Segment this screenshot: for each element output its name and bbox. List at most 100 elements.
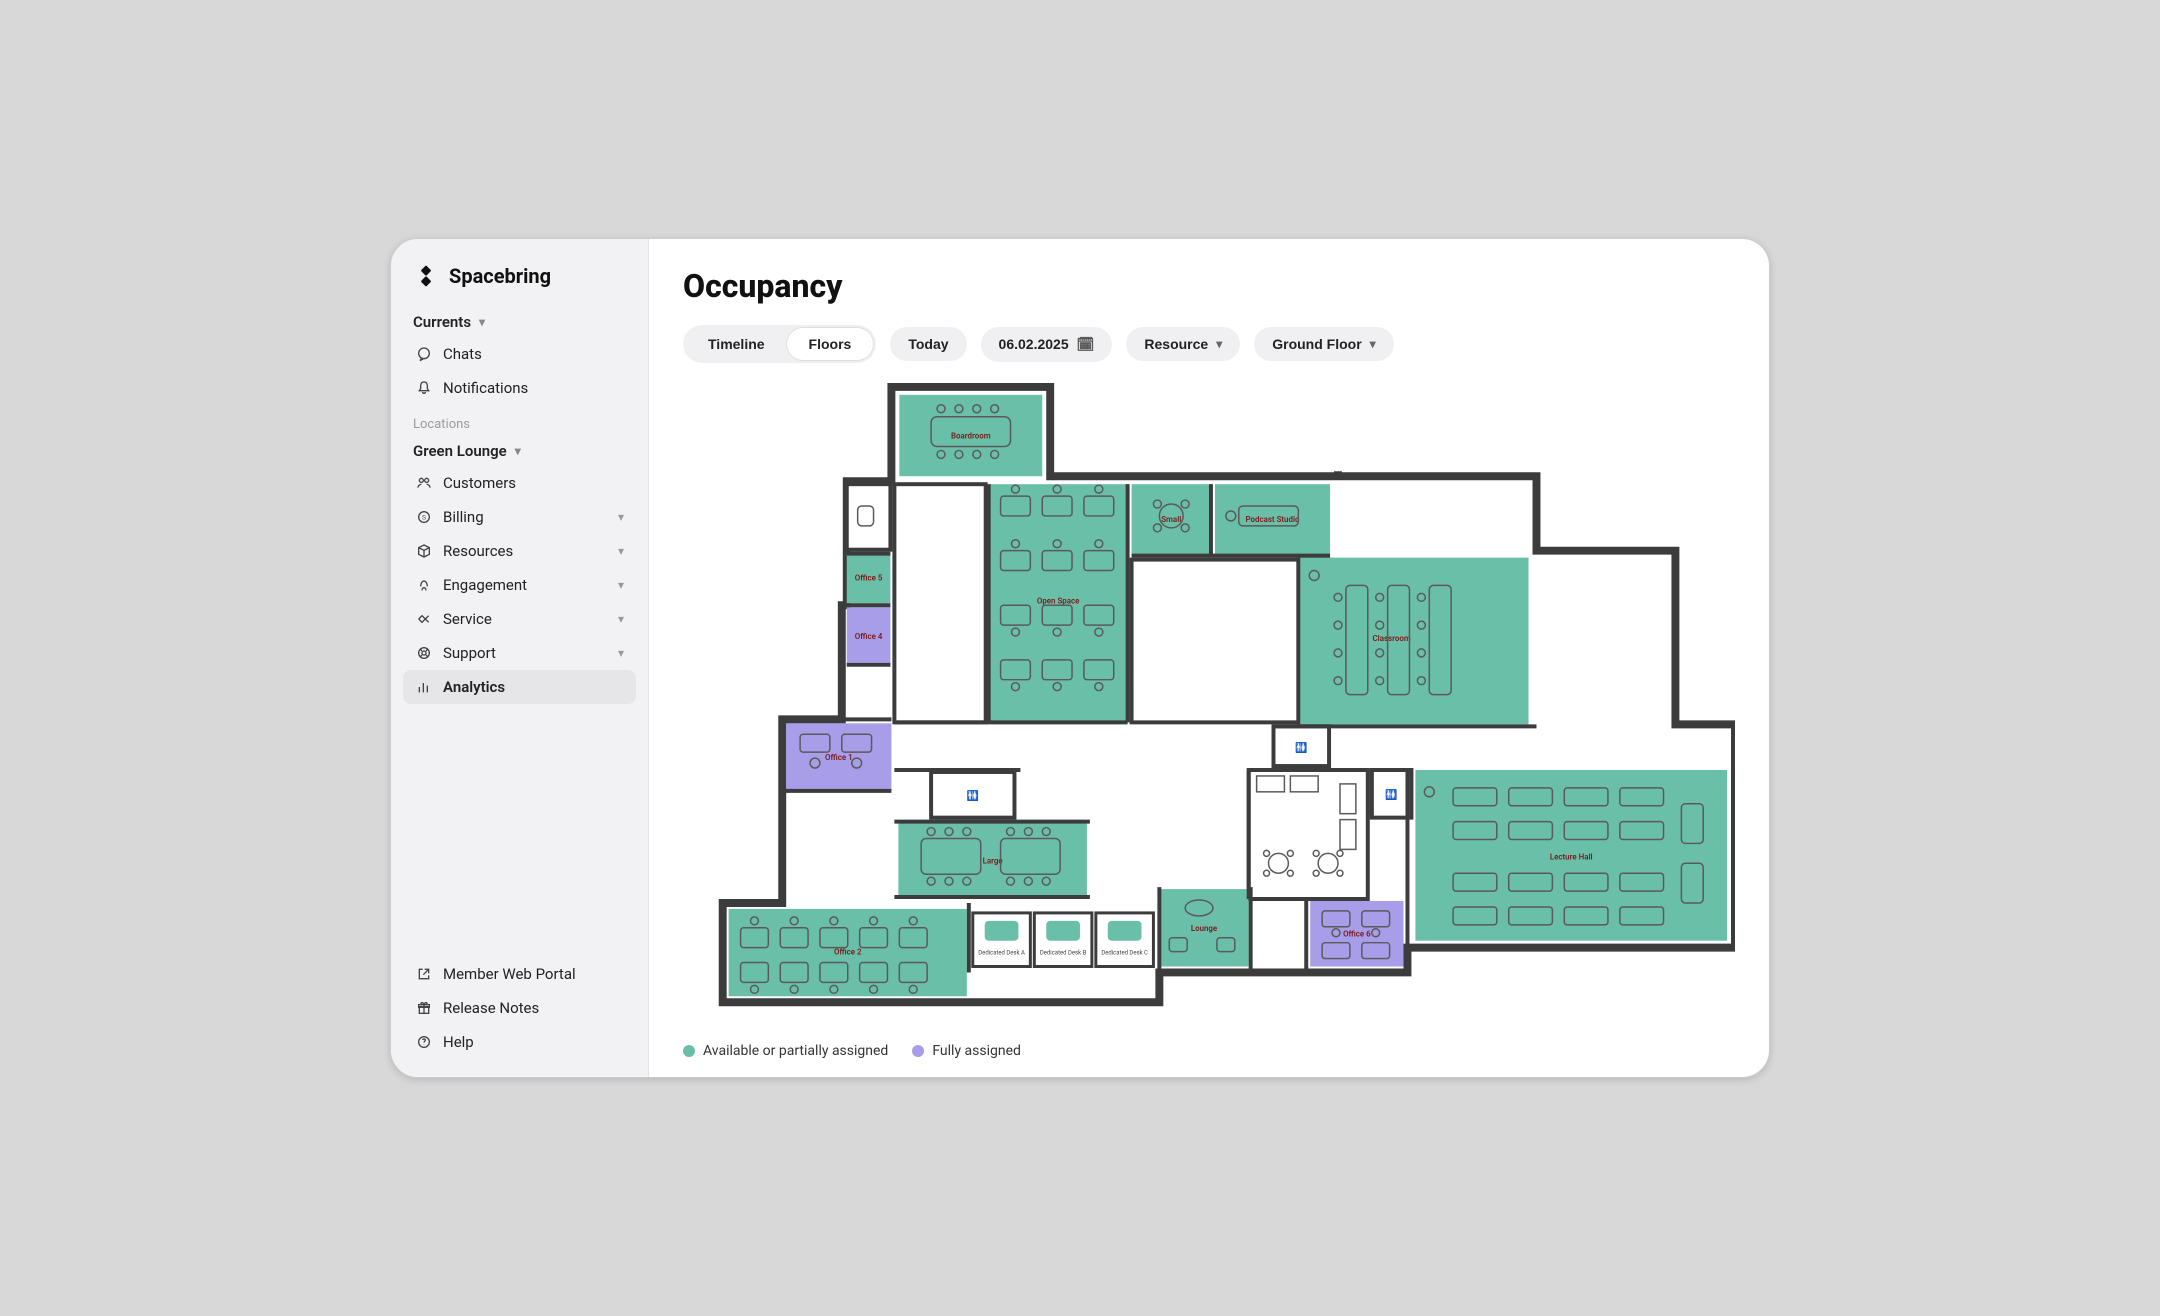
floor-plan[interactable]: Boardroom Office 5 Office 4	[683, 377, 1735, 1035]
cube-icon	[415, 542, 433, 560]
room-label: Small	[1161, 515, 1181, 524]
room-label: Podcast Studio	[1246, 515, 1301, 524]
app-window: Spacebring Currents ▾ Chats Notification…	[390, 238, 1770, 1078]
sidebar-item-label: Billing	[443, 508, 484, 526]
room-lecture-hall[interactable]: Lecture Hall	[1415, 770, 1727, 941]
resource-label: Resource	[1144, 336, 1208, 352]
legend-available-label: Available or partially assigned	[703, 1043, 888, 1059]
room-lounge[interactable]: Lounge	[1159, 889, 1248, 966]
swatch-full-icon	[912, 1045, 924, 1057]
sidebar-item-label: Chats	[443, 345, 482, 363]
chevron-down-icon: ▾	[1370, 337, 1376, 351]
chevron-down-icon: ▾	[618, 544, 624, 558]
sidebar-item-notifications[interactable]: Notifications	[403, 371, 636, 405]
handshake-icon	[415, 610, 433, 628]
room-classroom[interactable]: Classroom	[1298, 558, 1528, 725]
desk-dedicated-a[interactable]: Dedicated Desk A	[973, 913, 1031, 967]
room-label: Office 6	[1343, 930, 1371, 939]
sidebar-item-label: Engagement	[443, 576, 527, 594]
sidebar-item-label: Analytics	[443, 678, 505, 696]
today-label: Today	[908, 336, 948, 352]
sidebar-item-label: Release Notes	[443, 999, 539, 1017]
sidebar-item-support[interactable]: Support ▾	[403, 636, 636, 670]
desk-dedicated-b[interactable]: Dedicated Desk B	[1034, 913, 1092, 967]
room-label: Boardroom	[951, 432, 991, 441]
room-office-1[interactable]: Office 1	[786, 723, 891, 790]
desk-dedicated-c[interactable]: Dedicated Desk C	[1096, 913, 1154, 967]
lifebuoy-icon	[415, 644, 433, 662]
corridor-a	[894, 484, 985, 722]
wave-icon	[415, 576, 433, 594]
sidebar-item-service[interactable]: Service ▾	[403, 602, 636, 636]
restroom-a: 🚻	[1273, 726, 1329, 766]
sidebar-item-billing[interactable]: S Billing ▾	[403, 500, 636, 534]
desk-label: Dedicated Desk A	[978, 950, 1025, 957]
room-office-5[interactable]: Office 5	[847, 554, 891, 604]
room-boardroom[interactable]: Boardroom	[899, 395, 1042, 476]
legend-full: Fully assigned	[912, 1043, 1021, 1059]
nav-group-currents[interactable]: Currents ▾	[403, 307, 636, 337]
sidebar-item-customers[interactable]: Customers	[403, 466, 636, 500]
room-label: Office 5	[855, 573, 883, 582]
nav-group-location[interactable]: Green Lounge ▾	[403, 436, 636, 466]
desk-label: Dedicated Desk B	[1040, 950, 1087, 957]
room-office-6[interactable]: Office 6	[1310, 901, 1403, 966]
swatch-available-icon	[683, 1045, 695, 1057]
sidebar-item-label: Resources	[443, 542, 513, 560]
sidebar: Spacebring Currents ▾ Chats Notification…	[391, 239, 649, 1077]
kitchen	[1249, 770, 1368, 899]
room-label: Classroom	[1372, 634, 1410, 643]
nav-group-label: Green Lounge	[413, 442, 507, 460]
help-icon	[415, 1033, 433, 1051]
date-picker[interactable]: 06.02.2025 🗓	[981, 327, 1113, 362]
room-small[interactable]: Small	[1132, 484, 1211, 555]
floor-plan-svg: Boardroom Office 5 Office 4	[683, 377, 1735, 1012]
tab-timeline[interactable]: Timeline	[686, 328, 787, 360]
chevron-down-icon: ▾	[479, 315, 485, 329]
today-button[interactable]: Today	[890, 327, 966, 361]
room-office-4[interactable]: Office 4	[847, 607, 891, 665]
room-open-space[interactable]: Open Space	[989, 484, 1128, 722]
legend: Available or partially assigned Fully as…	[683, 1035, 1735, 1059]
sidebar-item-help[interactable]: Help	[403, 1025, 636, 1059]
brand-name: Spacebring	[449, 264, 551, 288]
sidebar-item-analytics[interactable]: Analytics	[403, 670, 636, 704]
date-value: 06.02.2025	[999, 336, 1069, 352]
chevron-down-icon: ▾	[618, 646, 624, 660]
desk-label: Dedicated Desk C	[1101, 950, 1148, 957]
chevron-down-icon: ▾	[618, 578, 624, 592]
room-hallway-a	[847, 484, 891, 549]
room-large[interactable]: Large	[898, 822, 1087, 897]
sidebar-item-resources[interactable]: Resources ▾	[403, 534, 636, 568]
resource-dropdown[interactable]: Resource ▾	[1126, 327, 1240, 361]
room-label: Office 2	[834, 948, 862, 957]
sidebar-item-member-portal[interactable]: Member Web Portal	[403, 957, 636, 991]
room-label: Office 1	[825, 753, 853, 762]
room-label: Open Space	[1037, 596, 1080, 605]
sidebar-item-engagement[interactable]: Engagement ▾	[403, 568, 636, 602]
sidebar-item-label: Help	[443, 1033, 474, 1051]
chevron-down-icon: ▾	[515, 444, 521, 458]
room-office-2[interactable]: Office 2	[729, 909, 967, 996]
chat-icon	[415, 345, 433, 363]
sidebar-item-label: Notifications	[443, 379, 528, 397]
locations-label: Locations	[403, 405, 636, 436]
restroom-c: 🚻	[931, 772, 1014, 818]
tab-floors[interactable]: Floors	[787, 328, 874, 360]
chevron-down-icon: ▾	[618, 510, 624, 524]
sidebar-item-chats[interactable]: Chats	[403, 337, 636, 371]
sidebar-item-release-notes[interactable]: Release Notes	[403, 991, 636, 1025]
bars-icon	[415, 678, 433, 696]
gift-icon	[415, 999, 433, 1017]
room-podcast-studio[interactable]: Podcast Studio	[1215, 484, 1330, 555]
svg-text:🚻: 🚻	[1385, 789, 1397, 801]
view-segmented-control: Timeline Floors	[683, 325, 876, 363]
nav-group-label: Currents	[413, 313, 471, 331]
room-label: Office 4	[855, 632, 883, 641]
page-title: Occupancy	[683, 267, 1735, 305]
users-icon	[415, 474, 433, 492]
calendar-icon: 🗓	[1077, 336, 1095, 353]
floor-dropdown[interactable]: Ground Floor ▾	[1254, 327, 1393, 361]
svg-text:🚻: 🚻	[1295, 742, 1307, 754]
floor-label: Ground Floor	[1272, 336, 1361, 352]
